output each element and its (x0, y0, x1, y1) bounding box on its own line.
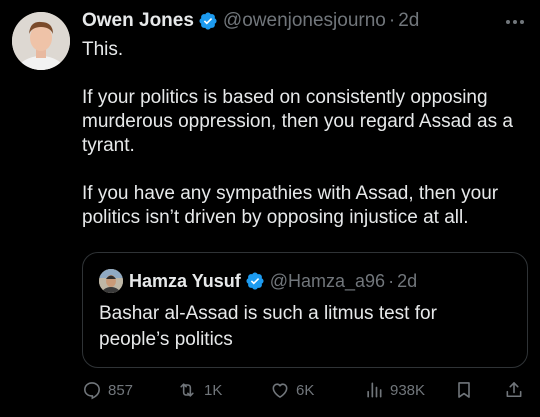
repost-icon (180, 383, 194, 397)
verified-badge-icon (198, 11, 218, 31)
like-button[interactable]: 6K (270, 378, 314, 402)
quoted-tweet-header: Hamza Yusuf @Hamza_a96 · 2d (99, 269, 417, 293)
views-button[interactable]: 938K (364, 378, 425, 402)
quoted-author-name[interactable]: Hamza Yusuf (129, 271, 241, 292)
reply-icon (84, 382, 100, 400)
views-icon (367, 382, 382, 398)
quoted-tweet-card[interactable]: Hamza Yusuf @Hamza_a96 · 2d Bashar al-As… (82, 252, 528, 368)
tweet-paragraph: This. (82, 39, 124, 60)
separator-dot: · (388, 270, 395, 291)
author-avatar[interactable] (12, 12, 70, 70)
quoted-author-avatar (99, 269, 123, 293)
tweet-paragraph: If you have any sympathies with Assad, t… (82, 183, 499, 228)
share-icon (506, 382, 522, 398)
author-handle[interactable]: @owenjonesjourno (223, 10, 386, 32)
reply-button[interactable]: 857 (82, 378, 133, 402)
repost-button[interactable]: 1K (176, 378, 222, 402)
heart-icon (272, 383, 288, 398)
like-count: 6K (296, 381, 315, 399)
views-count: 938K (390, 381, 426, 399)
reply-count: 857 (108, 381, 134, 399)
author-avatar-photo (12, 12, 70, 70)
quoted-tweet-text: Bashar al-Assad is such a litmus test fo… (99, 303, 437, 350)
bookmark-icon (458, 382, 470, 398)
tweet-paragraph: If your politics is based on consistentl… (82, 87, 513, 156)
separator-dot: · (388, 10, 396, 31)
repost-count: 1K (204, 381, 223, 399)
verified-badge-icon (245, 271, 265, 291)
tweet-header: Owen Jones @owenjonesjourno · 2d (82, 8, 419, 34)
author-name[interactable]: Owen Jones (82, 10, 194, 32)
action-bar: 857 1K 6K 938K (82, 378, 532, 402)
more-horizontal-icon[interactable] (504, 14, 526, 24)
tweet-timestamp[interactable]: 2d (398, 10, 419, 32)
quoted-tweet-timestamp[interactable]: 2d (397, 271, 417, 292)
tweet-text: This. If your politics is based on consi… (82, 38, 530, 230)
quoted-author-handle[interactable]: @Hamza_a96 (270, 271, 385, 292)
share-button[interactable] (504, 378, 524, 402)
bookmark-button[interactable] (454, 378, 474, 402)
